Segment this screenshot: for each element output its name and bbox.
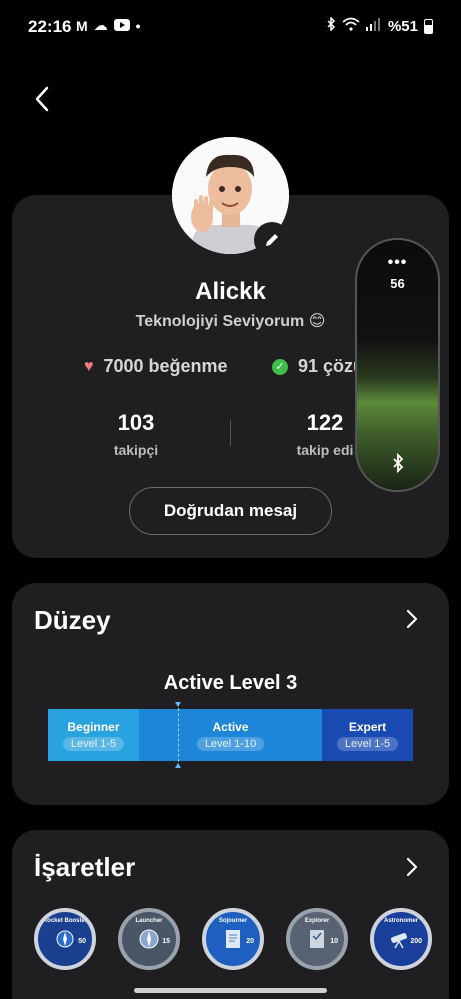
- segment-range: Level 1-5: [336, 736, 399, 751]
- home-indicator[interactable]: [134, 988, 327, 993]
- wifi-icon: [342, 17, 360, 35]
- likes-count: 7000 beğenme: [103, 356, 228, 376]
- following-count: 122: [306, 410, 344, 435]
- system-icons: %51: [326, 16, 433, 35]
- youtube-icon: [113, 18, 130, 34]
- badges-section-title: İşaretler: [34, 852, 136, 882]
- segment-range: Level 1-5: [62, 736, 125, 751]
- badge-number: 10: [330, 938, 338, 945]
- badge-name: Launcher: [135, 918, 163, 924]
- badges-list: Rocket Booster 50 Launcher 15 Sojourner …: [34, 908, 432, 970]
- badge-name: Sojourner: [218, 918, 248, 924]
- stat-divider: [230, 420, 231, 446]
- followers-count: 103: [117, 410, 155, 435]
- following-label: takip edi: [296, 442, 354, 458]
- badge-name: Astronomer: [383, 918, 418, 924]
- compass-icon: [56, 930, 74, 948]
- battery-icon: [424, 18, 433, 34]
- segment-name: Expert: [348, 719, 387, 734]
- notification-icons: M ☁ •: [76, 17, 141, 34]
- gmail-icon: M: [76, 17, 88, 34]
- followers-stat[interactable]: 103 takipçi: [96, 410, 176, 458]
- badge-number: 200: [410, 938, 422, 945]
- likes-stat: ♥ 7000 beğenme: [84, 356, 228, 377]
- battery-text: %51: [387, 17, 418, 35]
- chevron-left-icon: [35, 86, 49, 112]
- cloud-icon: ☁: [93, 17, 108, 33]
- level-segment-active: Active Level 1-10: [139, 709, 322, 761]
- edit-avatar-button[interactable]: [254, 222, 290, 258]
- followers-label: takipçi: [113, 442, 159, 458]
- status-bar: 22:16 M ☁ • %51: [0, 0, 461, 52]
- dot-icon: •: [135, 17, 141, 34]
- level-segment-beginner: Beginner Level 1-5: [48, 709, 139, 761]
- heart-icon: ♥: [84, 357, 94, 375]
- solutions-stat: ✓ 91 çözü: [272, 356, 364, 377]
- signal-icon: [365, 17, 382, 35]
- badge-name: Explorer: [304, 918, 330, 924]
- badge-name: Rocket Booster: [42, 918, 88, 924]
- level-progress-bar: Beginner Level 1-5 Active Level 1-10 Exp…: [48, 709, 413, 761]
- level-marker: [175, 702, 181, 768]
- widget-value: 56: [390, 276, 405, 291]
- segment-name: Active: [212, 719, 249, 734]
- badge-number: 50: [78, 938, 86, 945]
- current-level: Active Level 3: [163, 672, 298, 694]
- chevron-right-icon[interactable]: [402, 609, 422, 629]
- check-circle-icon: ✓: [272, 358, 288, 375]
- badge-explorer[interactable]: Explorer 10: [286, 908, 348, 970]
- back-button[interactable]: [30, 84, 58, 114]
- status-time: 22:16: [28, 17, 72, 36]
- document-icon: [226, 930, 240, 948]
- badge-rocket-booster[interactable]: Rocket Booster 50: [34, 908, 96, 970]
- pencil-icon: [266, 234, 278, 246]
- badge-number: 20: [246, 938, 254, 945]
- level-segment-expert: Expert Level 1-5: [322, 709, 413, 761]
- badge-number: 15: [162, 938, 170, 945]
- level-section-title: Düzey: [34, 605, 111, 635]
- bluetooth-icon: [357, 452, 438, 478]
- compass-icon: [139, 929, 159, 949]
- more-icon[interactable]: •••: [357, 254, 438, 272]
- badge-sojourner[interactable]: Sojourner 20: [202, 908, 264, 970]
- badge-astronomer[interactable]: Astronomer 200: [370, 908, 432, 970]
- segment-range: Level 1-10: [196, 736, 265, 751]
- clipboard-icon: [310, 930, 324, 948]
- direct-message-button[interactable]: Doğrudan mesaj: [129, 487, 332, 535]
- following-stat[interactable]: 122 takip edi: [285, 410, 365, 458]
- floating-widget[interactable]: ••• 56: [355, 238, 440, 492]
- badge-launcher[interactable]: Launcher 15: [118, 908, 180, 970]
- segment-name: Beginner: [67, 719, 120, 734]
- bluetooth-icon: [326, 16, 336, 35]
- chevron-right-icon[interactable]: [402, 857, 422, 877]
